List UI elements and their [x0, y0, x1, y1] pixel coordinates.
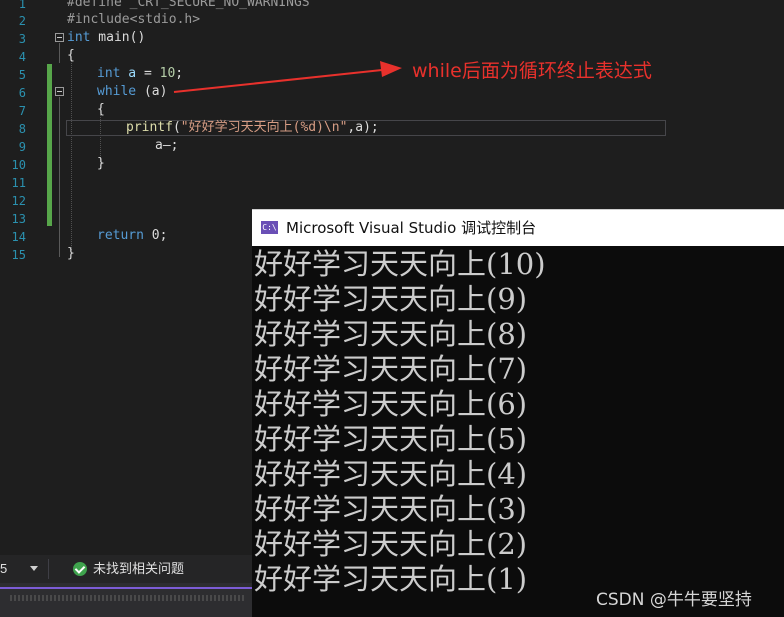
- issues-status[interactable]: 未找到相关问题: [93, 555, 184, 583]
- output-line: 好好学习天天向上(10): [254, 247, 546, 281]
- output-line: 好好学习天天向上(9): [254, 282, 528, 316]
- console-output[interactable]: 好好学习天天向上(10) 好好学习天天向上(9) 好好学习天天向上(8) 好好学…: [252, 246, 784, 617]
- debug-console-window[interactable]: C:\ Microsoft Visual Studio 调试控制台 好好学习天天…: [252, 209, 784, 617]
- console-app-icon: C:\: [261, 221, 278, 234]
- console-title: Microsoft Visual Studio 调试控制台: [286, 219, 537, 237]
- output-line: 好好学习天天向上(1): [254, 562, 528, 596]
- watermark: CSDN @牛牛要坚持: [596, 590, 752, 610]
- chevron-down-icon: [30, 566, 38, 571]
- output-line: 好好学习天天向上(3): [254, 492, 528, 526]
- console-titlebar[interactable]: C:\ Microsoft Visual Studio 调试控制台: [252, 209, 784, 246]
- status-bar: 5 未找到相关问题: [0, 555, 252, 583]
- output-line: 好好学习天天向上(7): [254, 352, 528, 386]
- output-line: 好好学习天天向上(2): [254, 527, 528, 561]
- output-line: 好好学习天天向上(4): [254, 457, 528, 491]
- output-line: 好好学习天天向上(8): [254, 317, 528, 351]
- divider: [48, 559, 49, 579]
- output-line: 好好学习天天向上(6): [254, 387, 528, 421]
- zoom-value: 5: [0, 561, 8, 576]
- check-circle-icon: [73, 562, 87, 576]
- output-panel-strip: [0, 583, 252, 617]
- annotation-text: while后面为循环终止表达式: [412, 60, 652, 82]
- zoom-dropdown[interactable]: 5: [0, 555, 42, 583]
- output-line: 好好学习天天向上(5): [254, 422, 528, 456]
- accent-bar: [0, 587, 252, 589]
- grip-pattern[interactable]: [10, 595, 246, 601]
